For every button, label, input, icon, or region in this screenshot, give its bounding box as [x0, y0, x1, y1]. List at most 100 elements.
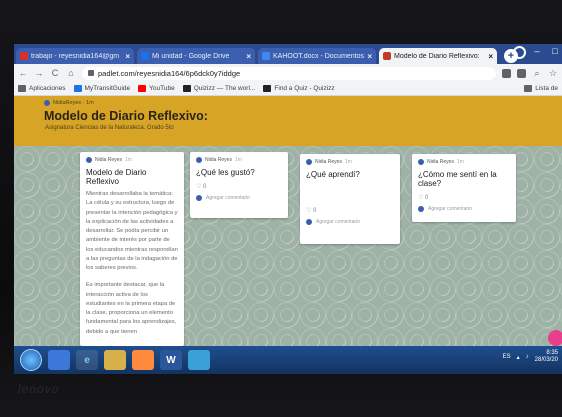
lock-icon	[88, 70, 94, 76]
bookmark-mytransitguide[interactable]: MyTransitGuide	[73, 85, 131, 92]
extension-icon[interactable]	[517, 68, 526, 78]
post-body-continued: Es importante destacar, que la interacci…	[86, 282, 177, 335]
avatar	[418, 206, 424, 212]
post-author: Nidia Reyes 1m	[86, 157, 178, 163]
tab-title: Modelo de Diario Reflexivo:	[394, 52, 480, 60]
post-author: Nidia Reyes 1m	[418, 159, 510, 165]
browser-toolbar: ← → C ⌂ padlet.com/reyesnidia164/6p6dck0…	[14, 64, 562, 82]
post-title: Modelo de Diario Reflexivo	[86, 168, 147, 186]
back-arrow-icon[interactable]: ←	[18, 68, 28, 78]
clock-date: 28/03/20	[534, 357, 558, 364]
bookmark-label: MyTransitGuide	[84, 85, 131, 92]
bookmark-find-quiz[interactable]: Find a Quiz - Quizizz	[263, 85, 335, 92]
chrome-taskbar-icon[interactable]	[48, 350, 70, 370]
extension-icon[interactable]	[502, 68, 511, 78]
author-name: Nidia Reyes	[95, 157, 122, 163]
post-time: 1m	[234, 157, 242, 163]
tab-title: KAHOOT.docx - Documentos	[273, 52, 365, 60]
post-time: 1m	[124, 157, 132, 163]
address-bar[interactable]: padlet.com/reyesnidia164/6p6dck0y7iddge	[82, 66, 496, 80]
star-icon[interactable]: ☆	[548, 68, 558, 79]
padlet-icon	[383, 52, 391, 60]
comment-placeholder: Agregar comentario	[316, 219, 360, 225]
docs-icon	[262, 52, 270, 60]
avatar	[86, 157, 92, 163]
author-name: Nidia Reyes	[205, 157, 232, 163]
start-button[interactable]	[20, 349, 42, 371]
internet-explorer-icon[interactable]: e	[76, 350, 98, 370]
close-icon[interactable]: ×	[246, 52, 251, 61]
forward-arrow-icon[interactable]: →	[34, 68, 44, 78]
tab-padlet[interactable]: Modelo de Diario Reflexivo: ×	[379, 48, 497, 64]
media-player-icon[interactable]	[132, 350, 154, 370]
reload-icon[interactable]: C	[50, 68, 60, 78]
post-card[interactable]: Nidia Reyes 1m ¿Cómo me sentí en la clas…	[412, 154, 516, 222]
bookmark-quizizz[interactable]: Quizizz — The worl...	[182, 85, 256, 92]
language-indicator[interactable]: ES	[503, 354, 511, 360]
add-post-button[interactable]	[548, 330, 562, 346]
bookmark-label: Find a Quiz - Quizizz	[274, 85, 335, 92]
padlet-header: NidiaReyes · 1m Modelo de Diario Reflexi…	[14, 96, 562, 146]
add-comment[interactable]: Agregar comentario	[196, 195, 282, 201]
page-title: Modelo de Diario Reflexivo:	[44, 109, 208, 123]
bookmark-youtube[interactable]: YouTube	[138, 85, 175, 92]
avatar	[418, 159, 424, 165]
avatar	[196, 195, 202, 201]
tab-drive[interactable]: Mi unidad - Google Drive ×	[137, 48, 255, 64]
like-count[interactable]: ♡ 0	[196, 183, 282, 190]
close-icon[interactable]: ×	[367, 52, 372, 61]
like-number: 0	[203, 184, 207, 190]
like-count[interactable]: ♡ 0	[418, 194, 510, 201]
tab-docs[interactable]: KAHOOT.docx - Documentos ×	[258, 48, 376, 64]
post-time: 1m	[344, 159, 352, 165]
home-icon[interactable]: ⌂	[66, 68, 76, 78]
author-name: NidiaReyes · 1m	[53, 100, 94, 106]
add-comment[interactable]: Agregar comentario	[418, 206, 510, 212]
maps-icon[interactable]	[188, 350, 210, 370]
author-name: Nidia Reyes	[315, 159, 342, 165]
post-card[interactable]: Nidia Reyes 1m ¿Qué aprendí? ♡ 0 Agregar…	[300, 154, 400, 244]
clock-time: 8:35	[546, 350, 558, 356]
speaker-icon[interactable]: ♪	[526, 354, 529, 360]
post-title: ¿Qué les gustó?	[196, 168, 255, 177]
network-icon[interactable]: ▴	[517, 354, 520, 361]
like-number: 0	[425, 195, 429, 201]
minimize-button[interactable]: –	[530, 46, 544, 58]
word-icon[interactable]: W	[160, 350, 182, 370]
maximize-button[interactable]: □	[548, 46, 562, 58]
tab-gmail[interactable]: trabajo - reyesnidia164@gm ×	[16, 48, 134, 64]
profile-icon[interactable]	[513, 46, 526, 59]
close-icon[interactable]: ×	[125, 52, 130, 61]
drive-icon	[141, 52, 149, 60]
laptop-logo: lenovo	[18, 382, 60, 396]
clock[interactable]: 8:35 28/03/20	[535, 350, 558, 364]
reading-list-label: Lista de	[535, 85, 558, 92]
post-author: Nidia Reyes 1m	[196, 157, 282, 163]
post-title: ¿Cómo me sentí en la clase?	[418, 170, 497, 188]
add-comment[interactable]: Agregar comentario	[306, 219, 394, 225]
post-card[interactable]: Nidia Reyes 1m Modelo de Diario Reflexiv…	[80, 152, 184, 346]
like-count[interactable]: ♡ 0	[306, 207, 394, 214]
close-icon[interactable]: ×	[488, 52, 493, 61]
post-author: Nidia Reyes 1m	[306, 159, 394, 165]
avatar	[196, 157, 202, 163]
url-text: padlet.com/reyesnidia164/6p6dck0y7iddge	[98, 68, 241, 78]
reading-list[interactable]: Lista de	[524, 85, 558, 92]
bookmark-apps[interactable]: Aplicaciones	[18, 85, 66, 92]
zoom-icon[interactable]: ⌕	[532, 68, 542, 79]
comment-placeholder: Agregar comentario	[206, 195, 250, 201]
avatar	[44, 100, 50, 106]
quizizz-icon	[263, 85, 272, 92]
bookmark-label: Quizizz — The worl...	[193, 85, 256, 92]
bookmark-label: Aplicaciones	[29, 85, 66, 92]
author-name: Nidia Reyes	[427, 159, 454, 165]
avatar	[306, 219, 312, 225]
system-tray: ES ▴ ♪ 8:35 28/03/20	[503, 350, 558, 364]
youtube-icon	[138, 85, 147, 92]
post-card[interactable]: Nidia Reyes 1m ¿Qué les gustó? ♡ 0 Agreg…	[190, 152, 288, 218]
padlet-wall: Nidia Reyes 1m Modelo de Diario Reflexiv…	[14, 146, 562, 346]
like-number: 0	[313, 208, 317, 214]
comment-placeholder: Agregar comentario	[428, 206, 472, 212]
file-explorer-icon[interactable]	[104, 350, 126, 370]
gmail-icon	[20, 52, 28, 60]
